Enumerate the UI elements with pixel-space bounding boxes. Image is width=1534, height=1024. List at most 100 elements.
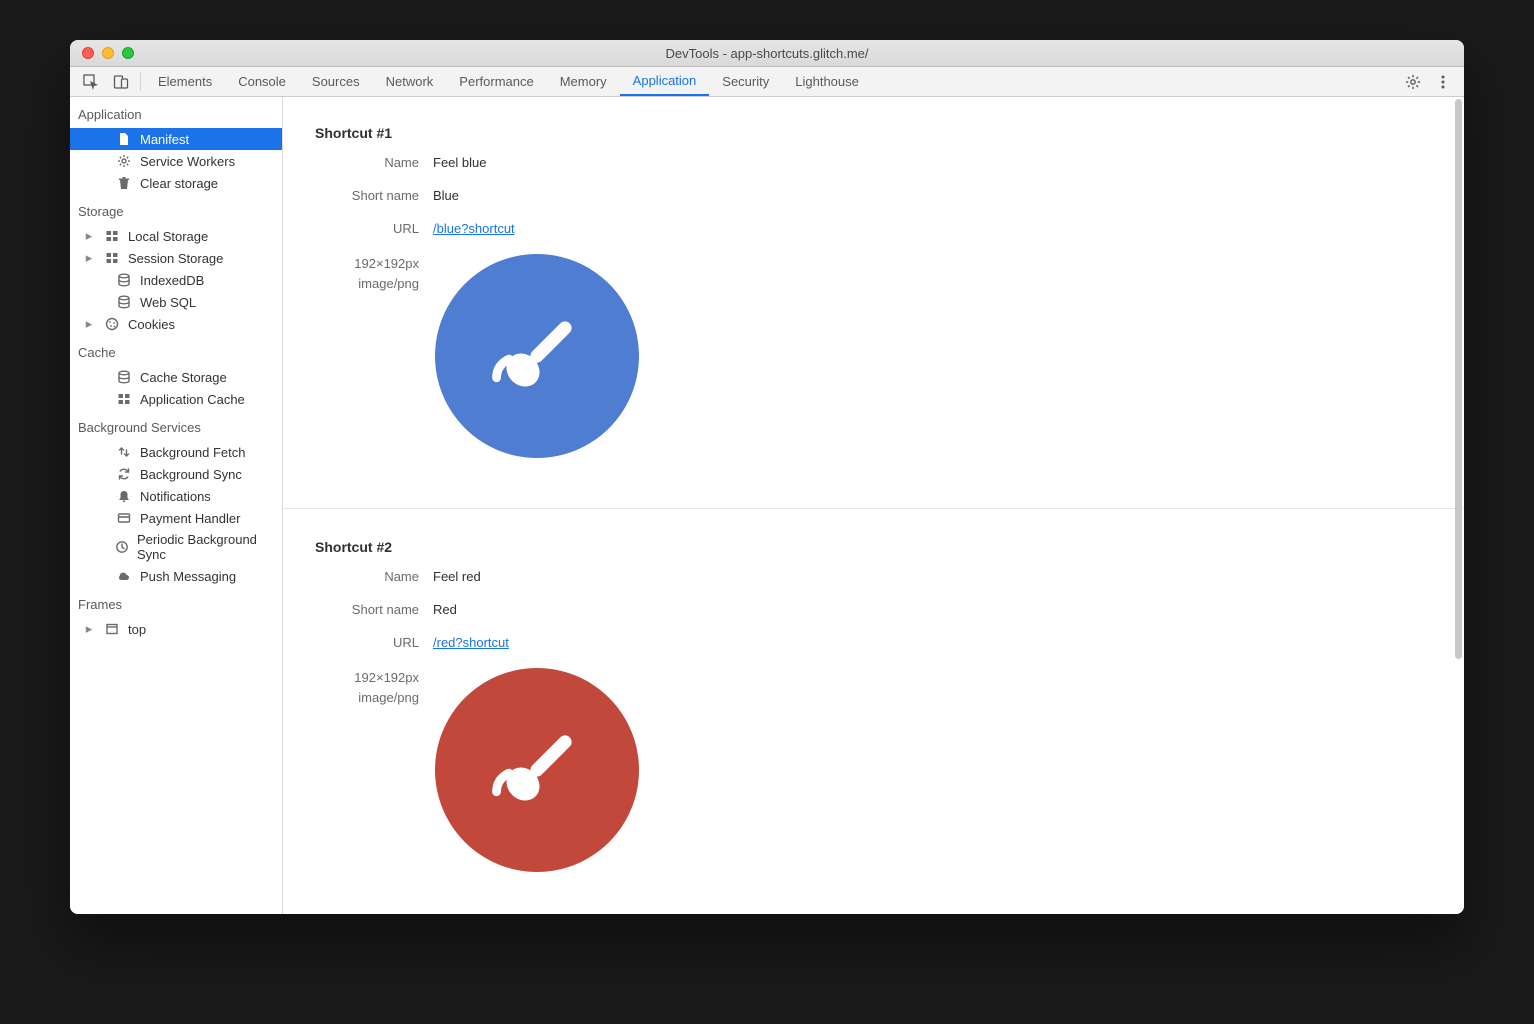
- sidebar-item-label: Application Cache: [140, 392, 245, 407]
- icon-mime: image/png: [315, 274, 419, 294]
- application-sidebar: Application Manifest Service Workers Clear …: [70, 97, 283, 914]
- field-label: URL: [315, 635, 433, 650]
- icon-mime: image/png: [315, 688, 419, 708]
- sidebar-item-label: Payment Handler: [140, 511, 240, 526]
- sidebar-item-session-storage[interactable]: ▸Session Storage: [70, 247, 282, 269]
- sidebar-item-top[interactable]: ▸top: [70, 618, 282, 640]
- sidebar-item-label: Local Storage: [128, 229, 208, 244]
- sidebar-item-label: Session Storage: [128, 251, 223, 266]
- tab-sources[interactable]: Sources: [299, 67, 373, 96]
- clock-icon: [115, 539, 129, 555]
- gear-icon: [116, 153, 132, 169]
- shortcut-url-link[interactable]: /blue?shortcut: [433, 221, 515, 236]
- sidebar-item-service-workers[interactable]: Service Workers: [70, 150, 282, 172]
- tab-security[interactable]: Security: [709, 67, 782, 96]
- grid-icon: [104, 250, 120, 266]
- database-icon: [116, 272, 132, 288]
- shortcut-block: Shortcut #1 NameFeel blue Short nameBlue UR…: [315, 115, 1432, 502]
- field-label: Name: [315, 155, 433, 170]
- sidebar-item-application-cache[interactable]: Application Cache: [70, 388, 282, 410]
- sidebar-item-push-messaging[interactable]: Push Messaging: [70, 565, 282, 587]
- shortcut-icon-blue: [435, 254, 639, 458]
- sidebar-group-title: Application: [70, 97, 282, 128]
- chevron-right-icon: ▸: [82, 316, 96, 332]
- field-value: Feel red: [433, 569, 481, 584]
- cloud-icon: [116, 568, 132, 584]
- tab-performance[interactable]: Performance: [446, 67, 546, 96]
- tab-elements[interactable]: Elements: [145, 67, 225, 96]
- sidebar-group-title: Frames: [70, 587, 282, 618]
- icon-dimensions: 192×192px: [315, 668, 419, 688]
- field-label: Name: [315, 569, 433, 584]
- sidebar-item-cache-storage[interactable]: Cache Storage: [70, 366, 282, 388]
- icon-dimensions: 192×192px: [315, 254, 419, 274]
- tab-memory[interactable]: Memory: [547, 67, 620, 96]
- shortcut-block: Shortcut #2 NameFeel red Short nameRed URL/…: [315, 529, 1432, 914]
- tab-application[interactable]: Application: [620, 67, 710, 96]
- sidebar-item-label: Web SQL: [140, 295, 196, 310]
- sidebar-group-title: Cache: [70, 335, 282, 366]
- sidebar-item-label: Cache Storage: [140, 370, 227, 385]
- field-label: Short name: [315, 188, 433, 203]
- sidebar-item-label: Push Messaging: [140, 569, 236, 584]
- device-icon[interactable]: [106, 67, 136, 96]
- tab-console[interactable]: Console: [225, 67, 299, 96]
- sidebar-item-payment-handler[interactable]: Payment Handler: [70, 507, 282, 529]
- sidebar-item-label: Service Workers: [140, 154, 235, 169]
- database-icon: [116, 294, 132, 310]
- divider: [283, 508, 1464, 509]
- scrollbar[interactable]: [1455, 99, 1462, 659]
- frame-icon: [104, 621, 120, 637]
- sync-icon: [116, 466, 132, 482]
- shortcut-heading: Shortcut #1: [315, 125, 1432, 141]
- field-value[interactable]: /blue?shortcut: [433, 221, 515, 236]
- icon-meta: 192×192pximage/png: [315, 668, 433, 707]
- grid-icon: [116, 391, 132, 407]
- sidebar-item-label: Periodic Background Sync: [137, 532, 274, 562]
- window-title: DevTools - app-shortcuts.glitch.me/: [70, 46, 1464, 61]
- field-value: Blue: [433, 188, 459, 203]
- shortcut-icon-red: [435, 668, 639, 872]
- field-value[interactable]: /red?shortcut: [433, 635, 509, 650]
- tab-network[interactable]: Network: [373, 67, 447, 96]
- field-value: Red: [433, 602, 457, 617]
- field-value: Feel blue: [433, 155, 486, 170]
- sidebar-item-clear-storage[interactable]: Clear storage: [70, 172, 282, 194]
- sidebar-item-web-sql[interactable]: Web SQL: [70, 291, 282, 313]
- chevron-right-icon: ▸: [82, 228, 96, 244]
- shortcut-heading: Shortcut #2: [315, 539, 1432, 555]
- sidebar-item-label: Manifest: [140, 132, 189, 147]
- trash-icon: [116, 175, 132, 191]
- sidebar-item-manifest[interactable]: Manifest: [70, 128, 282, 150]
- sidebar-item-label: Background Fetch: [140, 445, 246, 460]
- field-label: Short name: [315, 602, 433, 617]
- devtools-window: DevTools - app-shortcuts.glitch.me/ Elem…: [70, 40, 1464, 914]
- sidebar-item-notifications[interactable]: Notifications: [70, 485, 282, 507]
- sidebar-item-label: IndexedDB: [140, 273, 204, 288]
- card-icon: [116, 510, 132, 526]
- sidebar-item-local-storage[interactable]: ▸ Local Storage: [70, 225, 282, 247]
- tab-lighthouse[interactable]: Lighthouse: [782, 67, 872, 96]
- settings-icon[interactable]: [1398, 67, 1428, 96]
- icon-meta: 192×192pximage/png: [315, 254, 433, 293]
- sidebar-item-indexeddb[interactable]: IndexedDB: [70, 269, 282, 291]
- file-icon: [116, 131, 132, 147]
- sidebar-item-cookies[interactable]: ▸ Cookies: [70, 313, 282, 335]
- field-label: URL: [315, 221, 433, 236]
- sidebar-group-title: Background Services: [70, 410, 282, 441]
- database-icon: [116, 369, 132, 385]
- sidebar-item-background-fetch[interactable]: Background Fetch: [70, 441, 282, 463]
- inspect-icon[interactable]: [76, 67, 106, 96]
- sidebar-item-label: Clear storage: [140, 176, 218, 191]
- titlebar: DevTools - app-shortcuts.glitch.me/: [70, 40, 1464, 67]
- sidebar-item-periodic-background-sync[interactable]: Periodic Background Sync: [70, 529, 282, 565]
- more-icon[interactable]: [1428, 67, 1458, 96]
- sidebar-item-label: Cookies: [128, 317, 175, 332]
- shortcut-url-link[interactable]: /red?shortcut: [433, 635, 509, 650]
- sidebar-item-label: top: [128, 622, 146, 637]
- sidebar-item-background-sync[interactable]: Background Sync: [70, 463, 282, 485]
- sidebar-group-title: Storage: [70, 194, 282, 225]
- grid-icon: [104, 228, 120, 244]
- cookie-icon: [104, 316, 120, 332]
- tabstrip: ElementsConsoleSourcesNetworkPerformance…: [70, 67, 1464, 97]
